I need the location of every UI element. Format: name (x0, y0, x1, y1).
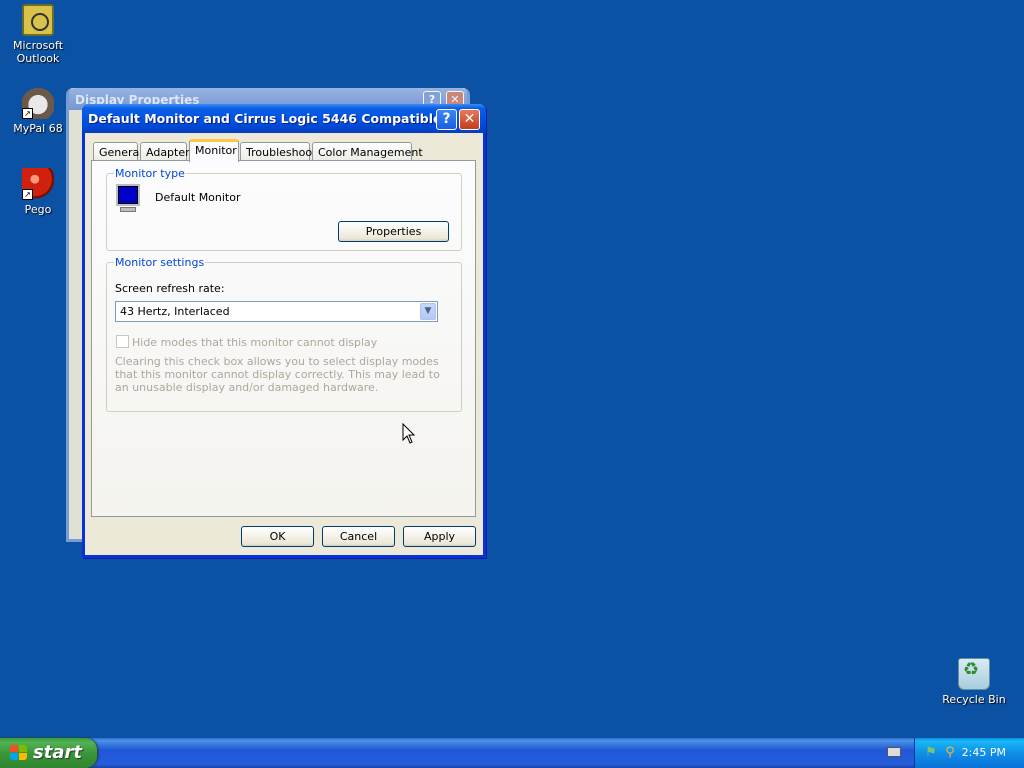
refresh-rate-value: 43 Hertz, Interlaced (120, 305, 230, 318)
search-icon[interactable]: ⚲ (942, 745, 958, 761)
tab-monitor[interactable]: Monitor (189, 139, 239, 162)
desktop-icon-label: MyPal 68 (13, 122, 63, 135)
hide-modes-description: Clearing this check box allows you to se… (115, 355, 440, 394)
monitor-tab-panel: Monitor type Default Monitor Properties … (91, 160, 476, 517)
monitor-settings-group-label: Monitor settings (114, 256, 206, 269)
chevron-down-icon[interactable]: ▼ (420, 303, 436, 320)
monitor-type-group-label: Monitor type (114, 167, 186, 180)
taskbar: start ⚑ ⚲ 2:45 PM (0, 738, 1024, 768)
desktop-icon-label: Pego (24, 203, 52, 216)
monitor-icon (116, 184, 140, 216)
properties-button[interactable]: Properties (338, 221, 449, 242)
recycle-bin-icon (958, 658, 990, 690)
start-label: start (33, 742, 82, 763)
start-button[interactable]: start (0, 738, 97, 768)
tab-general[interactable]: General (93, 142, 142, 161)
desktop-icon-recycle-bin[interactable]: Recycle Bin (936, 658, 1012, 706)
clock[interactable]: 2:45 PM (962, 746, 1006, 759)
mypal-icon: ↗ (22, 87, 54, 119)
system-tray: ⚑ ⚲ 2:45 PM (914, 738, 1024, 768)
ok-button[interactable]: OK (241, 526, 314, 547)
apply-button[interactable]: Apply (403, 526, 476, 547)
tab-color-management[interactable]: Color Management (312, 142, 423, 161)
desktop-icon-pego[interactable]: ↗ Pego (0, 168, 76, 216)
shortcut-arrow-icon: ↗ (22, 189, 33, 200)
dialog-title: Default Monitor and Cirrus Logic 5446 Co… (88, 111, 440, 126)
tab-adapter[interactable]: Adapter (140, 142, 190, 161)
desktop-icon-mypal[interactable]: ↗ MyPal 68 (0, 87, 76, 135)
windows-flag-icon (10, 745, 28, 761)
hide-modes-checkbox[interactable] (116, 335, 129, 348)
keyboard-icon[interactable] (887, 747, 901, 757)
close-button[interactable]: ✕ (459, 109, 480, 130)
shortcut-arrow-icon: ↗ (22, 108, 33, 119)
outlook-icon (22, 4, 54, 36)
monitor-settings-group: Monitor settings Screen refresh rate: 43… (106, 256, 462, 412)
help-button[interactable]: ? (436, 109, 457, 130)
desktop-icon-outlook[interactable]: Microsoft Outlook (0, 4, 76, 65)
title-bar[interactable]: Default Monitor and Cirrus Logic 5446 Co… (82, 104, 486, 133)
network-icon[interactable]: ⚑ (923, 745, 939, 761)
monitor-properties-dialog[interactable]: Default Monitor and Cirrus Logic 5446 Co… (82, 104, 486, 558)
tab-troubleshoot[interactable]: Troubleshoot (240, 142, 316, 161)
monitor-name: Default Monitor (155, 191, 241, 204)
pego-icon: ↗ (22, 168, 54, 200)
mouse-pointer-icon (402, 423, 416, 444)
desktop-icon-label: Microsoft Outlook (12, 39, 64, 65)
hide-modes-label: Hide modes that this monitor cannot disp… (132, 336, 378, 349)
cancel-button[interactable]: Cancel (322, 526, 395, 547)
refresh-rate-label: Screen refresh rate: (115, 282, 225, 295)
refresh-rate-select[interactable]: 43 Hertz, Interlaced ▼ (115, 301, 438, 322)
desktop-icon-label: Recycle Bin (942, 693, 1006, 706)
monitor-type-group: Monitor type Default Monitor Properties (106, 167, 462, 251)
